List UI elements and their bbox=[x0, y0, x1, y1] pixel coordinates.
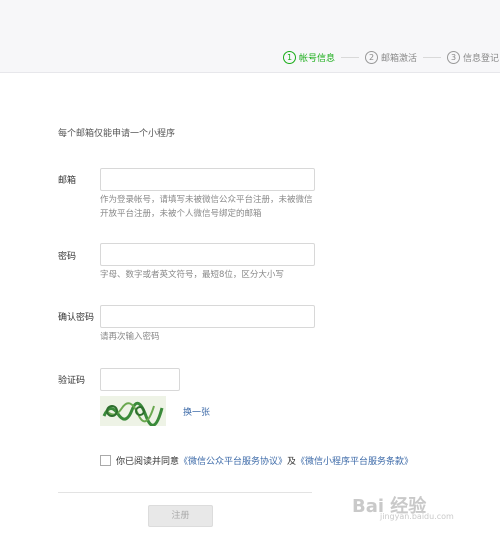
step-label: 信息登记 bbox=[463, 53, 500, 64]
header-bar: 1 帐号信息 2 邮箱激活 3 信息登记 bbox=[0, 0, 500, 73]
agree-prefix: 你已阅读并同意 bbox=[116, 457, 180, 467]
watermark-url: jingyan.baidu.com bbox=[380, 512, 454, 521]
step-number: 1 bbox=[283, 50, 296, 64]
email-hint: 作为登录帐号，请填写未被微信公众平台注册，未被微信开放平台注册，未被个人微信号绑… bbox=[100, 195, 313, 219]
agree-checkbox[interactable] bbox=[100, 455, 111, 466]
step-account-info: 1 帐号信息 bbox=[283, 50, 336, 64]
register-button[interactable]: 注册 bbox=[148, 505, 213, 527]
refresh-captcha-link[interactable]: 换一张 bbox=[183, 405, 210, 418]
confirm-password-hint: 请再次输入密码 bbox=[100, 332, 160, 342]
step-label: 邮箱激活 bbox=[381, 53, 418, 64]
step-info-registration: 3 信息登记 bbox=[447, 50, 500, 64]
step-connector bbox=[341, 56, 360, 58]
step-label: 帐号信息 bbox=[299, 53, 336, 64]
captcha-field[interactable] bbox=[100, 368, 180, 391]
step-email-activation: 2 邮箱激活 bbox=[365, 50, 418, 64]
agree-conjunction: 及 bbox=[287, 457, 297, 467]
confirm-password-field[interactable] bbox=[100, 305, 315, 328]
step-number: 2 bbox=[365, 50, 379, 64]
password-hint: 字母、数字或者英文符号，最短8位，区分大小写 bbox=[100, 270, 284, 280]
email-field[interactable] bbox=[100, 168, 315, 191]
step-number: 3 bbox=[447, 50, 461, 64]
agreement-row: 你已阅读并同意 《微信公众平台服务协议》 及 《微信小程序平台服务条款》 bbox=[100, 454, 413, 467]
password-field[interactable] bbox=[100, 243, 315, 266]
step-connector bbox=[423, 56, 442, 58]
service-agreement-link[interactable]: 《微信公众平台服务协议》 bbox=[179, 454, 287, 467]
confirm-password-label: 确认密码 bbox=[58, 313, 95, 323]
step-indicator: 1 帐号信息 2 邮箱激活 3 信息登记 bbox=[283, 49, 499, 65]
miniprogram-terms-link[interactable]: 《微信小程序平台服务条款》 bbox=[296, 454, 413, 467]
form-tip: 每个邮箱仅能申请一个小程序 bbox=[58, 129, 176, 139]
captcha-label: 验证码 bbox=[58, 376, 86, 386]
email-label: 邮箱 bbox=[58, 176, 77, 186]
password-label: 密码 bbox=[58, 252, 77, 262]
form-divider bbox=[58, 492, 312, 493]
captcha-image[interactable] bbox=[100, 396, 166, 427]
